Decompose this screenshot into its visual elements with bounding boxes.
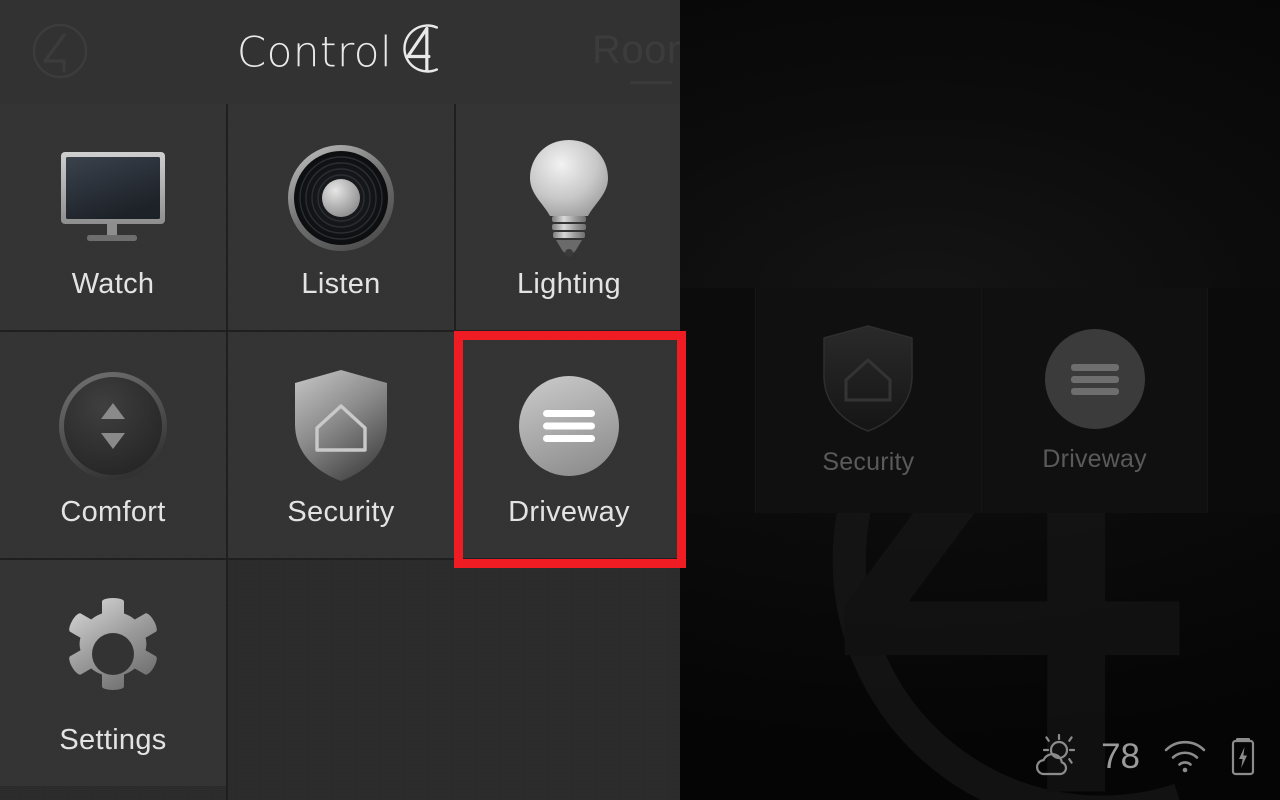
background-tile-blank-right — [1208, 288, 1280, 513]
tile-label: Driveway — [508, 495, 630, 528]
shield-home-icon — [820, 324, 916, 434]
lightbulb-icon — [521, 134, 617, 262]
thermostat-icon — [57, 362, 169, 490]
room-label-underline — [630, 81, 672, 84]
menu-panel: Watch Listen Lighting 11:30 Control — [0, 0, 680, 800]
brand-word: Control — [236, 27, 393, 76]
wifi-icon — [1162, 738, 1208, 774]
tile-lighting[interactable]: Lighting — [456, 104, 680, 330]
control4-four-mark-icon — [393, 21, 443, 82]
temperature-value: 78 — [1101, 736, 1140, 776]
television-icon — [59, 134, 167, 262]
battery-charging-icon — [1230, 735, 1256, 777]
tile-label: Security — [287, 495, 395, 528]
background-tile-row: Security Driveway — [680, 288, 1280, 513]
control4-home-screen: Security Driveway 78 Control Roo Watch L… — [0, 0, 1280, 800]
grid-divider — [0, 330, 680, 332]
control4-logo-icon[interactable] — [31, 22, 89, 80]
tile-label: Lighting — [517, 267, 621, 300]
grid-divider — [454, 104, 456, 560]
hamburger-menu-icon — [1043, 327, 1147, 431]
app-grid: Watch Listen Lighting Comfort Security D… — [0, 104, 680, 800]
brand-logo: Control — [237, 23, 443, 82]
tile-security[interactable]: Security — [228, 332, 454, 558]
status-bar: 78 — [1033, 734, 1256, 778]
grid-divider — [226, 104, 228, 560]
speaker-icon — [286, 134, 396, 262]
background-tile-driveway: Driveway — [982, 288, 1209, 513]
grid-divider — [0, 558, 680, 560]
tile-label: Comfort — [60, 495, 166, 528]
background-tile-label: Security — [822, 448, 915, 476]
shield-home-icon — [291, 362, 391, 490]
hamburger-menu-icon — [517, 362, 621, 490]
panel-header: Control Room — [0, 0, 680, 104]
tile-driveway[interactable]: Driveway — [456, 332, 680, 558]
tile-label: Listen — [301, 267, 381, 300]
tile-comfort[interactable]: Comfort — [0, 332, 226, 558]
background-tile-label: Driveway — [1042, 445, 1147, 473]
tile-watch[interactable]: Watch — [0, 104, 226, 330]
tile-listen[interactable]: Listen — [228, 104, 454, 330]
grid-divider — [226, 560, 228, 800]
background-tile-blank — [680, 288, 756, 513]
background-tile-security: Security — [755, 288, 982, 513]
tile-label: Watch — [71, 267, 155, 300]
gear-icon — [55, 590, 171, 718]
room-label[interactable]: Room — [592, 28, 680, 73]
partly-cloudy-sun-icon — [1033, 734, 1079, 778]
tile-label: Settings — [59, 723, 167, 756]
tile-settings[interactable]: Settings — [0, 560, 226, 786]
